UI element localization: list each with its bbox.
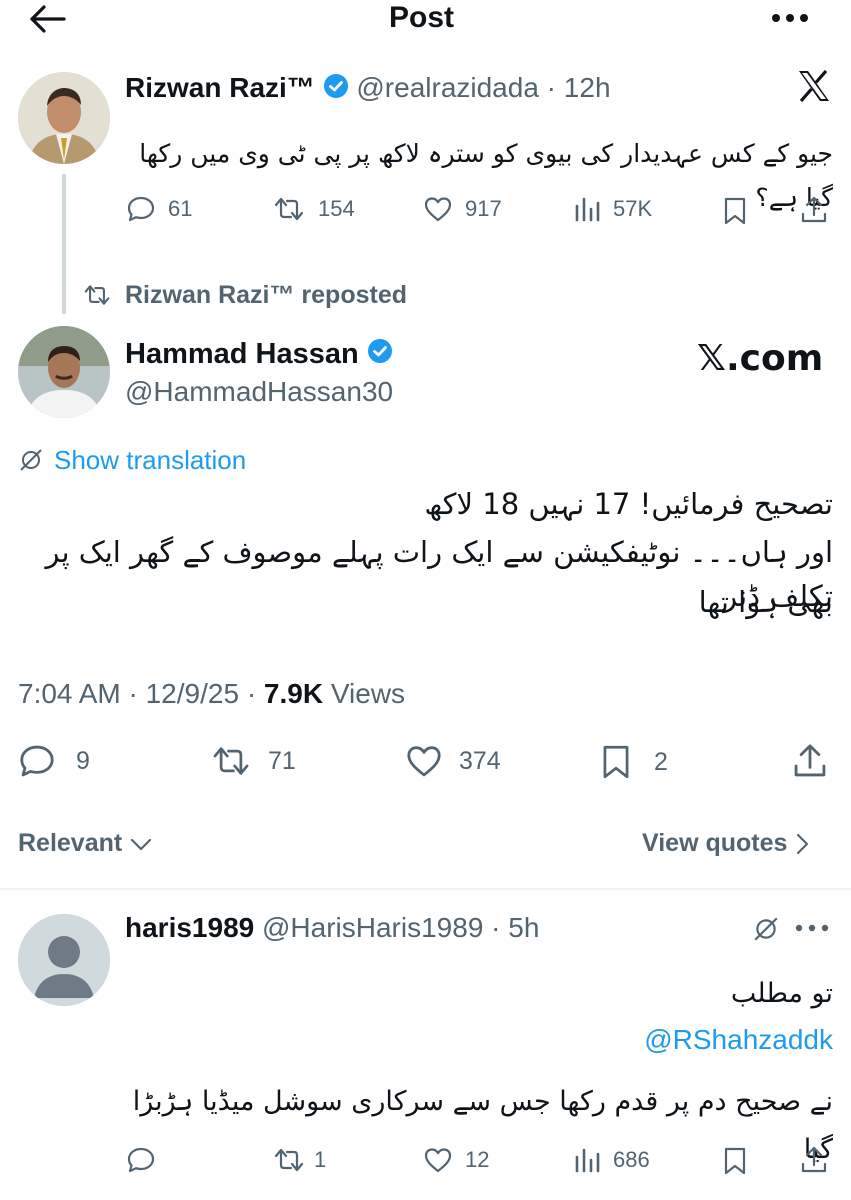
analytics-icon [573,194,601,224]
bookmark-button[interactable]: 2 [600,742,668,782]
repost-icon [82,282,112,308]
author-handle[interactable]: @HammadHassan30 [125,374,393,410]
repost-icon [272,194,306,224]
like-button[interactable]: 374 [405,742,501,780]
repost-button[interactable]: 1 [272,1145,326,1175]
watermark: 𝕏.com [697,338,824,379]
reply-count: 9 [76,746,90,775]
view-quotes-link[interactable]: View quotes [642,828,810,858]
divider [0,888,851,890]
reply-icon [126,1145,156,1175]
avatar[interactable] [18,72,110,164]
avatar[interactable] [18,914,110,1006]
repost-count: 71 [268,746,296,775]
bookmark-icon[interactable] [722,1146,748,1176]
views-count: 57K [613,196,653,221]
repost-button[interactable]: 71 [210,742,296,780]
heart-icon [423,194,453,224]
reply-icon [126,194,156,224]
analytics-icon [573,1145,601,1175]
translate-icon [18,447,44,473]
views-count: 686 [613,1147,650,1172]
repost-count: 1 [314,1147,327,1172]
author-handle[interactable]: @HarisHaris1989 [262,912,483,943]
author-name[interactable]: Rizwan Razi™ [125,72,315,103]
repost-banner[interactable]: Rizwan Razi™ reposted [125,280,407,310]
repost-button[interactable]: 154 [272,194,355,224]
like-count: 12 [465,1147,490,1172]
post-time[interactable]: 5h [508,912,539,943]
reply-icon [18,742,56,780]
repost-count: 154 [318,196,355,221]
show-translation-link[interactable]: Show translation [54,444,246,476]
views-label: Views [323,678,406,709]
heart-icon [405,742,443,780]
reply-button[interactable]: 9 [18,742,90,780]
verified-badge-icon [367,337,393,373]
share-icon[interactable] [792,742,828,780]
post-meta: 7:04 AM · 12/9/25 · 7.9K Views [18,676,405,712]
thread-connector-line [62,174,66,314]
avatar[interactable] [18,326,110,418]
like-button[interactable]: 12 [423,1145,489,1175]
views-count: 7.9K [263,678,324,709]
author-name[interactable]: Hammad Hassan [125,338,359,370]
more-options-icon[interactable] [770,12,810,24]
relevant-label: Relevant [18,829,123,857]
repost-icon [210,742,252,780]
like-button[interactable]: 917 [423,194,502,224]
author-name-row: Hammad Hassan [125,336,393,373]
main-post-line-1: تصحیح فرمائیں! 17 نہیں 18 لاکھ [424,487,833,521]
view-quotes-label: View quotes [642,829,788,857]
bookmark-icon[interactable] [722,196,748,226]
x-logo-icon[interactable] [797,70,831,102]
bookmark-count: 2 [654,747,668,776]
post-header: Rizwan Razi™ @realrazidada · 12h [125,68,611,110]
main-post-line-3: بھی ہوا تھا [698,585,833,619]
page-title: Post [389,1,455,34]
reply-button[interactable] [126,1145,168,1175]
reply-count: 61 [168,196,193,221]
reply-button[interactable]: 61 [126,194,192,224]
reply-line-1: تو مطلب [730,978,833,1009]
like-count: 374 [459,746,501,775]
like-count: 917 [465,196,502,221]
mention-link[interactable]: @RShahzaddk [125,1022,833,1058]
heart-icon [423,1145,453,1175]
bookmark-icon [600,742,632,782]
author-handle[interactable]: @realrazidada [356,72,539,103]
relevant-dropdown[interactable]: Relevant [18,828,153,858]
views-button[interactable]: 57K [573,194,652,224]
repost-icon [272,1145,306,1175]
post-time[interactable]: 12h [564,72,611,103]
post-timestamp[interactable]: 7:04 AM · 12/9/25 · [18,678,264,709]
chevron-right-icon [794,832,810,856]
views-button[interactable]: 686 [573,1145,650,1175]
verified-badge-icon [323,70,349,110]
translate-icon[interactable] [752,915,780,943]
share-icon[interactable] [800,195,828,225]
back-arrow-icon[interactable] [28,4,66,34]
share-icon[interactable] [800,1145,828,1175]
reply-header: haris1989 @HarisHaris1989 · 5h [125,912,540,943]
author-name[interactable]: haris1989 [125,912,254,943]
chevron-down-icon [129,836,153,852]
more-options-icon[interactable] [794,923,830,933]
